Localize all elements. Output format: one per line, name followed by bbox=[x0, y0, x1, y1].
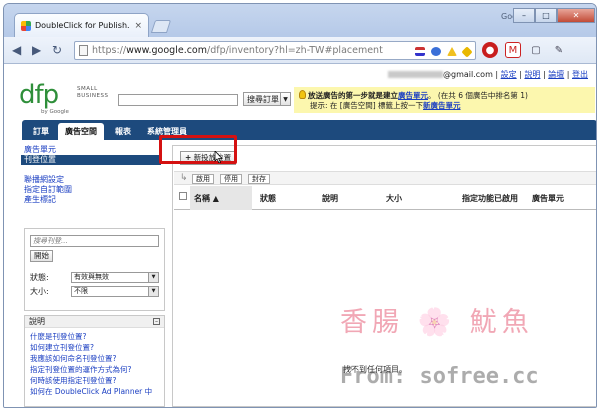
lightbulb-icon bbox=[299, 90, 306, 99]
sidebar-item-custom-targeting[interactable]: 指定自訂範圍 bbox=[24, 185, 166, 195]
sidebar: 廣告單元 刊登位置 聯播網設定 指定自訂範圍 產生標記 bbox=[21, 145, 166, 205]
action-bar: ↳ 啟用 停用 封存 bbox=[174, 171, 596, 185]
tab-title: DoubleClick for Publish... bbox=[35, 21, 131, 30]
help-title: 說明 bbox=[29, 317, 45, 326]
reload-icon[interactable]: ↻ bbox=[52, 43, 62, 57]
status-select[interactable]: 有效與無效 bbox=[71, 272, 159, 283]
warning-icon[interactable] bbox=[447, 47, 457, 56]
page-menu-icon[interactable]: ▢ bbox=[528, 42, 544, 58]
minimize-button[interactable]: – bbox=[513, 8, 535, 23]
logo-small-business: SMALL BUSINESS bbox=[77, 86, 109, 99]
table-header: 名稱 ▲ 狀態 說明 大小 指定功能已啟用 廣告單元 bbox=[174, 186, 596, 210]
highlight-box bbox=[159, 135, 237, 164]
empty-message: 找不到任何項目。 bbox=[343, 365, 407, 374]
link-logout[interactable]: 登出 bbox=[572, 70, 588, 79]
omnibox-icons bbox=[415, 45, 473, 58]
link-help[interactable]: 說明 bbox=[524, 70, 540, 79]
browser-toolbar: ◀ ▶ ↻ https://www.google.com/dfp/invento… bbox=[4, 37, 596, 64]
notice-ad-unit-link[interactable]: 廣告單元 bbox=[398, 91, 428, 100]
column-size[interactable]: 大小 bbox=[386, 193, 402, 204]
column-targeting-enabled[interactable]: 指定功能已啟用 bbox=[462, 193, 518, 204]
sidebar-item-ad-units[interactable]: 廣告單元 bbox=[24, 145, 166, 155]
sidebar-item-network-settings[interactable]: 聯播網設定 bbox=[24, 175, 166, 185]
dfp-favicon-icon bbox=[21, 20, 31, 31]
archive-button[interactable]: 封存 bbox=[248, 174, 270, 184]
flag-icon[interactable] bbox=[415, 47, 425, 56]
deactivate-button[interactable]: 停用 bbox=[220, 174, 242, 184]
help-link[interactable]: 什麼是刊登位置? bbox=[25, 331, 164, 342]
mouse-cursor-icon bbox=[214, 151, 223, 163]
placement-search-input[interactable]: 搜尋刊登... bbox=[30, 235, 159, 247]
help-link[interactable]: 我應該如何命名刊登位置? bbox=[25, 353, 164, 364]
column-ad-unit[interactable]: 廣告單元 bbox=[532, 193, 564, 204]
select-arrow-icon: ↳ bbox=[180, 173, 188, 183]
browser-tab[interactable]: DoubleClick for Publish... × bbox=[14, 13, 149, 37]
column-description[interactable]: 說明 bbox=[322, 193, 338, 204]
tab-orders[interactable]: 訂單 bbox=[26, 123, 56, 140]
status-label: 狀態: bbox=[30, 273, 49, 282]
user-bar: @gmail.com | 設定 | 說明 | 論壇 | 登出 bbox=[388, 69, 588, 80]
title-bar: DoubleClick for Publish... × Google – □ … bbox=[4, 4, 596, 37]
sidebar-item-generate-tags[interactable]: 產生標記 bbox=[24, 195, 166, 205]
search-orders-dropdown[interactable]: ▼ bbox=[280, 92, 291, 106]
dfp-page: @gmail.com | 設定 | 說明 | 論壇 | 登出 dfp SMALL… bbox=[4, 65, 596, 407]
help-panel: 說明 – 什麼是刊登位置? 如何建立刊登位置? 我應該如何命名刊登位置? 指定刊… bbox=[24, 315, 165, 407]
logo-by-google: by Google bbox=[41, 109, 69, 115]
tab-inventory[interactable]: 廣告空間 bbox=[58, 123, 104, 140]
sidebar-item-placements[interactable]: 刊登位置 bbox=[21, 155, 161, 165]
filter-panel: 搜尋刊登... 開始 狀態: 有效與無效 大小: 不限 bbox=[24, 228, 165, 311]
select-all-checkbox[interactable] bbox=[179, 192, 187, 200]
placements-panel: + 新投放位置 ↳ 啟用 停用 封存 名稱 ▲ 狀態 說明 大小 指定功能已啟用… bbox=[172, 145, 596, 407]
window-close-button[interactable]: ✕ bbox=[557, 8, 595, 23]
notice-banner: 放送廣告的第一步就是建立廣告單元。 (在共 6 個廣告中排名第 1) 提示: 在… bbox=[294, 87, 595, 113]
help-link[interactable]: 指定刊登位置的運作方式為何? bbox=[25, 364, 164, 375]
wrench-icon[interactable]: ✎ bbox=[551, 42, 567, 58]
size-label: 大小: bbox=[30, 287, 49, 296]
url-text: https://www.google.com/dfp/inventory?hl=… bbox=[92, 45, 383, 56]
tab-reports[interactable]: 報表 bbox=[108, 123, 138, 140]
size-select[interactable]: 不限 bbox=[71, 286, 159, 297]
star-icon[interactable] bbox=[461, 45, 473, 58]
user-email-blurred bbox=[388, 71, 444, 78]
activate-button[interactable]: 啟用 bbox=[192, 174, 214, 184]
search-orders-button[interactable]: 搜尋訂單 bbox=[243, 92, 283, 106]
notice-new-ad-unit-link[interactable]: 新廣告單元 bbox=[423, 101, 461, 110]
back-icon[interactable]: ◀ bbox=[12, 43, 21, 57]
user-email: @gmail.com bbox=[443, 70, 493, 79]
help-link[interactable]: 如何建立刊登位置? bbox=[25, 342, 164, 353]
forward-icon[interactable]: ▶ bbox=[32, 43, 41, 57]
browser-window: DoubleClick for Publish... × Google – □ … bbox=[3, 3, 597, 408]
link-icon[interactable] bbox=[431, 47, 441, 56]
page-icon bbox=[79, 45, 88, 56]
dfp-logo[interactable]: dfp SMALL BUSINESS by Google bbox=[19, 80, 108, 115]
column-name[interactable]: 名稱 ▲ bbox=[190, 186, 252, 210]
extension-red-icon[interactable]: ● bbox=[482, 42, 498, 58]
order-search-input[interactable] bbox=[118, 94, 238, 106]
link-settings[interactable]: 設定 bbox=[501, 70, 517, 79]
collapse-icon[interactable]: – bbox=[153, 318, 160, 325]
help-link[interactable]: 如何在 DoubleClick Ad Planner 中 bbox=[25, 386, 164, 397]
window-controls: – □ ✕ bbox=[513, 8, 595, 23]
gmail-icon[interactable]: M bbox=[505, 42, 521, 58]
logo-text: dfp bbox=[19, 80, 59, 110]
help-header: 說明 – bbox=[25, 316, 164, 328]
tab-close-icon[interactable]: × bbox=[134, 21, 142, 31]
column-status[interactable]: 狀態 bbox=[260, 193, 276, 204]
main-nav: 訂單 廣告空間 報表 系統管理員 bbox=[22, 120, 596, 140]
start-button[interactable]: 開始 bbox=[30, 250, 53, 262]
link-forum[interactable]: 論壇 bbox=[548, 70, 564, 79]
extension-buttons: ● M ▢ ✎ bbox=[482, 42, 567, 58]
maximize-button[interactable]: □ bbox=[535, 8, 557, 23]
help-link[interactable]: 何時該使用指定刊登位置? bbox=[25, 375, 164, 386]
new-tab-button[interactable] bbox=[150, 20, 172, 33]
